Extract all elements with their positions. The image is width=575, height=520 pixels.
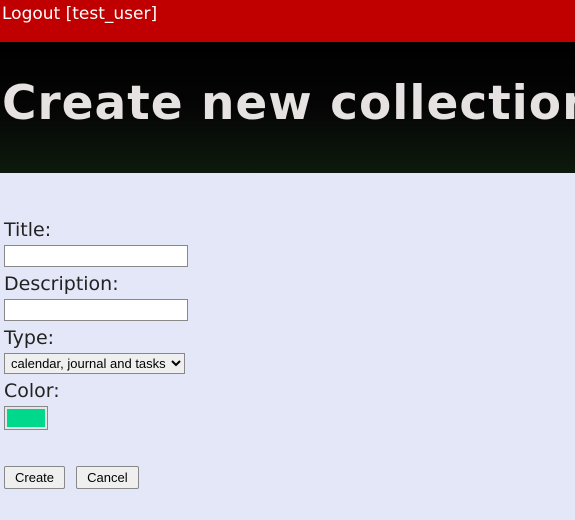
- description-input[interactable]: [4, 299, 188, 321]
- page-title: Create new collection: [2, 76, 575, 131]
- color-swatch: [7, 409, 45, 427]
- type-label: Type:: [4, 327, 571, 349]
- cancel-button[interactable]: Cancel: [76, 466, 138, 489]
- user-suffix: [test_user]: [66, 4, 158, 24]
- color-input[interactable]: [4, 406, 48, 430]
- description-label: Description:: [4, 273, 571, 295]
- title-label: Title:: [4, 219, 571, 241]
- type-select[interactable]: calendar, journal and tasks: [4, 353, 185, 374]
- create-collection-form: Title: Description: Type: calendar, jour…: [0, 173, 575, 489]
- title-input[interactable]: [4, 245, 188, 267]
- logout-link[interactable]: Logout: [2, 4, 60, 24]
- topbar: Logout [test_user]: [0, 0, 575, 42]
- logout-label: Logout: [2, 4, 60, 24]
- create-button[interactable]: Create: [4, 466, 65, 489]
- color-label: Color:: [4, 380, 571, 402]
- button-row: Create Cancel: [4, 466, 571, 489]
- page-banner: Create new collection: [0, 42, 575, 173]
